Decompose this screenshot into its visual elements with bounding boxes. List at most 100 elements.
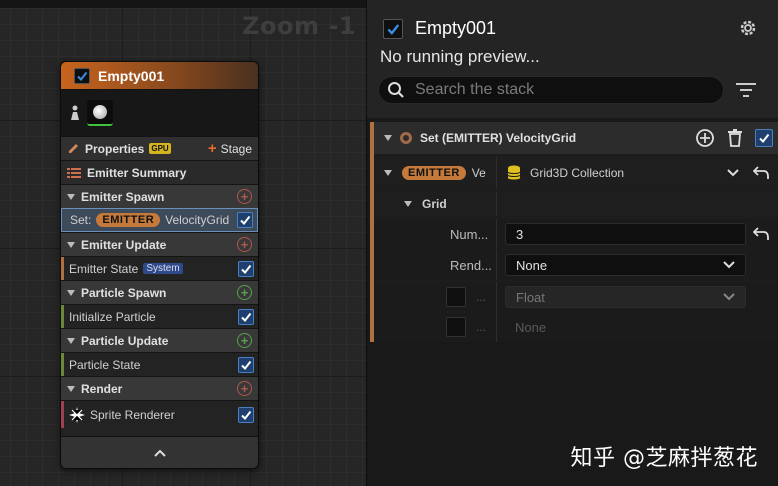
section-label: Emitter Spawn <box>81 189 165 204</box>
sprite-preview <box>93 105 107 119</box>
node-header[interactable]: Empty001 <box>61 62 258 90</box>
module-sprite-renderer[interactable]: Sprite Renderer <box>61 400 258 428</box>
plus-icon: + <box>207 140 217 157</box>
section-label: Emitter Update <box>81 237 167 252</box>
module-initialize-particle[interactable]: Initialize Particle <box>61 304 258 328</box>
module-emitter-state[interactable]: Emitter State System <box>61 256 258 280</box>
check-icon <box>240 215 251 226</box>
add-circle-icon[interactable] <box>695 128 715 148</box>
module-set-name: VelocityGrid <box>165 213 230 227</box>
add-module-icon[interactable]: + <box>237 285 252 300</box>
module-enable-checkbox[interactable] <box>755 129 773 147</box>
add-module-icon[interactable]: + <box>237 381 252 396</box>
module-enable-checkbox[interactable] <box>238 308 254 325</box>
check-icon <box>241 360 252 370</box>
emitter-enable-checkbox[interactable] <box>383 18 403 39</box>
num-cells-row[interactable]: Num... 3 <box>374 219 778 249</box>
add-module-icon[interactable]: + <box>237 189 252 204</box>
search-icon <box>388 82 404 98</box>
module-label: Initialize Particle <box>69 309 156 324</box>
attribute-type-value: Float <box>516 289 545 305</box>
render-target-dropdown[interactable]: None <box>505 254 746 276</box>
check-icon <box>241 410 252 420</box>
module-color-bar <box>61 353 64 376</box>
num-cells-input[interactable]: 3 <box>505 223 746 245</box>
truncated-label: ... <box>476 320 487 334</box>
attribute-name-row[interactable]: ... None <box>374 312 778 342</box>
add-stage-button[interactable]: + Stage <box>208 140 252 157</box>
chevron-down-icon[interactable] <box>727 169 739 177</box>
module-set-velocitygrid[interactable]: Set: EMITTER VelocityGrid <box>61 208 258 232</box>
add-module-icon[interactable]: + <box>237 333 252 348</box>
gpu-badge: GPU <box>149 143 171 154</box>
module-enable-checkbox[interactable] <box>238 356 254 373</box>
zoom-label: Zoom -1 <box>242 12 356 40</box>
module-stack: Set (EMITTER) VelocityGrid EMITTER Ve Gr… <box>370 122 778 342</box>
attribute-checkbox[interactable] <box>446 317 466 337</box>
emitter-summary-row[interactable]: Emitter Summary <box>61 160 258 184</box>
database-icon <box>507 165 521 180</box>
attribute-checkbox[interactable] <box>446 287 466 307</box>
emitter-thumbnail[interactable] <box>87 100 113 126</box>
trash-icon[interactable] <box>727 129 743 147</box>
reset-arrow-icon[interactable] <box>753 166 769 180</box>
add-module-icon[interactable]: + <box>237 237 252 252</box>
selection-panel: Empty001 No running preview... Search th… <box>366 0 778 486</box>
chevron-up-icon <box>153 449 166 457</box>
collapse-triangle-icon[interactable] <box>384 135 392 141</box>
preview-status: No running preview... <box>380 47 540 66</box>
truncated-label: ... <box>476 290 487 304</box>
node-title: Empty001 <box>98 67 165 84</box>
reset-arrow-icon[interactable] <box>753 227 769 241</box>
attribute-type-dropdown[interactable]: Float <box>505 286 746 308</box>
attribute-type-row[interactable]: ... Float <box>374 282 778 312</box>
module-label: Particle State <box>69 357 141 372</box>
sprite-burst-icon <box>69 406 85 423</box>
emitter-parameter-row[interactable]: EMITTER Ve Grid3D Collection <box>374 157 778 189</box>
module-particle-state[interactable]: Particle State <box>61 352 258 376</box>
column-divider <box>496 219 497 249</box>
person-icon[interactable] <box>69 105 81 121</box>
collapse-triangle-icon[interactable] <box>67 241 75 248</box>
emitter-node[interactable]: Empty001 Properties GPU + Stage Emitter … <box>60 61 259 469</box>
graph-top-strip <box>0 0 366 8</box>
node-enable-checkbox[interactable] <box>74 67 90 84</box>
column-divider <box>496 312 497 342</box>
section-emitter-update[interactable]: Emitter Update + <box>61 232 258 256</box>
module-header-set-velocitygrid[interactable]: Set (EMITTER) VelocityGrid <box>374 122 778 154</box>
grid-category-row[interactable]: Grid <box>374 192 778 216</box>
collapse-triangle-icon[interactable] <box>67 385 75 392</box>
properties-label: Properties <box>85 141 145 156</box>
node-collapse-button[interactable] <box>61 436 258 468</box>
section-render[interactable]: Render + <box>61 376 258 400</box>
list-icon <box>67 167 81 178</box>
section-particle-update[interactable]: Particle Update + <box>61 328 258 352</box>
emitter-namespace-badge: EMITTER <box>402 166 466 180</box>
watermark: 知乎 @芝麻拌葱花 <box>570 446 758 471</box>
section-particle-spawn[interactable]: Particle Spawn + <box>61 280 258 304</box>
check-icon <box>77 71 88 81</box>
gear-icon[interactable] <box>738 18 758 38</box>
node-graph-canvas[interactable]: Zoom -1 Empty001 Properties GPU + Stage … <box>0 0 366 486</box>
section-emitter-spawn[interactable]: Emitter Spawn + <box>61 184 258 208</box>
section-label: Render <box>81 381 123 396</box>
check-icon <box>387 23 400 35</box>
render-target-row[interactable]: Rend... None <box>374 250 778 280</box>
module-set-prefix: Set: <box>70 213 92 227</box>
collapse-triangle-icon[interactable] <box>67 193 75 200</box>
module-label: Emitter State <box>69 261 139 276</box>
properties-row[interactable]: Properties GPU + Stage <box>61 136 258 160</box>
stack-search-input[interactable]: Search the stack <box>378 76 724 104</box>
collapse-triangle-icon[interactable] <box>404 201 412 207</box>
grid-category-label: Grid <box>422 197 447 211</box>
module-enable-checkbox[interactable] <box>238 406 254 423</box>
filter-icon[interactable] <box>736 82 756 98</box>
collapse-triangle-icon[interactable] <box>67 289 75 296</box>
module-color-bar <box>61 401 64 428</box>
expand-triangle-icon[interactable] <box>384 170 392 176</box>
module-enable-checkbox[interactable] <box>237 212 253 228</box>
module-enable-checkbox[interactable] <box>238 260 254 277</box>
collapse-triangle-icon[interactable] <box>67 337 75 344</box>
panel-header: Empty001 No running preview... Search th… <box>367 0 778 118</box>
chevron-down-icon <box>723 293 735 301</box>
